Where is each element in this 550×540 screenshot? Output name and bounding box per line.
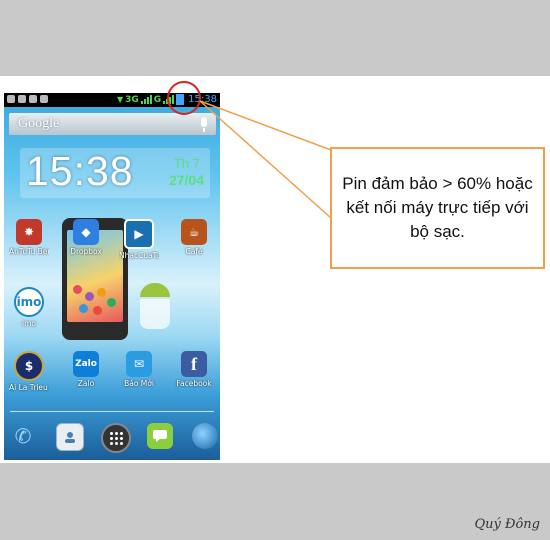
callout-box: Pin đảm bảo > 60% hoặc kết nối máy trực … bbox=[330, 147, 545, 269]
callout-pointer bbox=[199, 100, 332, 219]
callout-text: Pin đảm bảo > 60% hoặc kết nối máy trực … bbox=[342, 174, 533, 241]
